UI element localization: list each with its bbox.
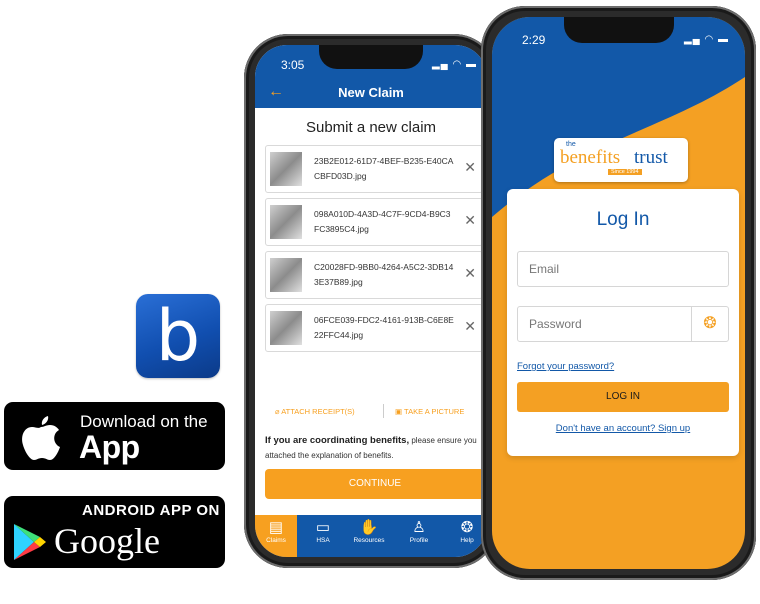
forgot-password-link[interactable]: Forgot your password? [517, 361, 614, 372]
status-time: 2:29 [522, 33, 546, 47]
tab-hsa[interactable]: ▭ HSA [303, 519, 343, 544]
wallet-icon: ▭ [315, 519, 331, 536]
login-card: Log In Email Password ❂ Forgot your pass… [507, 189, 739, 456]
receipt-thumbnail [270, 205, 302, 239]
take-picture-button[interactable]: ▣ TAKE A PICTURE [395, 407, 464, 416]
login-title: Log In [596, 209, 650, 230]
claim-subtitle: Submit a new claim [305, 119, 437, 136]
receipt-filename: 098A010D-4A3D-4C7F-9CD4-B9C3FC3895C4.jpg [314, 209, 451, 234]
remove-receipt-icon[interactable]: ✕ [464, 212, 476, 229]
tab-help-label: Help [460, 537, 474, 544]
remove-receipt-icon[interactable]: ✕ [464, 265, 476, 282]
receipt-item: C20028FD-9BB0-4264-A5C2-3DB143E37B89.jpg… [265, 251, 483, 299]
phone-new-claim: 3:05 ▂▄ ◠ ▬ ← New Claim Submit a new cla… [244, 34, 498, 568]
receipt-item: 06FCE039-FDC2-4161-913B-C6E8E22FFC44.jpg… [265, 304, 483, 352]
phone-login: 2:29 ▂▄ ◠ ▬ the benefits trust Since 199… [481, 6, 756, 580]
tab-claims-label: Claims [266, 537, 286, 544]
coordination-note-bold: If you are coordinating benefits, [265, 435, 410, 446]
continue-button[interactable]: CONTINUE [265, 469, 485, 499]
password-placeholder: Password [529, 317, 582, 331]
claims-icon: ▤ [268, 519, 284, 536]
tab-resources-label: Resources [353, 537, 385, 544]
apple-icon [22, 416, 60, 460]
logo-since: Since 1994 [608, 169, 642, 175]
status-time: 3:05 [281, 58, 305, 72]
receipt-thumbnail [270, 311, 302, 345]
logo-benefits: benefits [560, 147, 621, 168]
remove-receipt-icon[interactable]: ✕ [464, 159, 476, 176]
attach-receipts-label: ATTACH RECEIPT(S) [281, 407, 355, 416]
password-field[interactable]: Password ❂ [517, 306, 729, 342]
camera-icon: ▣ [395, 407, 405, 416]
coordination-note: If you are coordinating benefits, please… [265, 433, 483, 463]
benefits-trust-logo: the benefits trust Since 1994 [554, 138, 688, 182]
claim-header: 3:05 ▂▄ ◠ ▬ ← New Claim [255, 45, 487, 108]
tab-profile[interactable]: ♙ Profile [399, 519, 439, 544]
app-icon-letter: b [155, 295, 201, 377]
logo-trust: trust [634, 147, 668, 168]
status-icons: ▂▄ ◠ ▬ [683, 34, 729, 45]
email-placeholder: Email [529, 262, 560, 276]
remove-receipt-icon[interactable]: ✕ [464, 318, 476, 335]
google-play-line1: ANDROID APP ON [82, 502, 220, 519]
tab-claims[interactable]: ▤ Claims [255, 515, 297, 557]
fingerprint-icon[interactable]: ❂ [691, 307, 728, 341]
actions-divider [383, 404, 384, 418]
hand-icon: ✋ [359, 519, 379, 536]
attach-receipts-button[interactable]: ⌀ ATTACH RECEIPT(S) [275, 407, 355, 416]
receipt-item: 098A010D-4A3D-4C7F-9CD4-B9C3FC3895C4.jpg… [265, 198, 483, 246]
receipt-filename: 23B2E012-61D7-4BEF-B235-E40CACBFD03D.jpg [314, 156, 454, 181]
google-play-badge[interactable]: ANDROID APP ON Google play [4, 496, 225, 603]
google-play-line2: Google play [54, 521, 160, 603]
login-button[interactable]: LOG IN [517, 382, 729, 412]
phone-notch [564, 17, 674, 43]
app-store-line2: App Store [79, 429, 159, 502]
take-picture-label: TAKE A PICTURE [404, 407, 465, 416]
tab-hsa-label: HSA [316, 537, 330, 544]
receipt-item: 23B2E012-61D7-4BEF-B235-E40CACBFD03D.jpg… [265, 145, 483, 193]
phone2-screen: 2:29 ▂▄ ◠ ▬ the benefits trust Since 199… [492, 17, 745, 569]
receipt-thumbnail [270, 152, 302, 186]
signup-link[interactable]: Don't have an account? Sign up [507, 423, 739, 434]
phone-notch [319, 45, 423, 69]
bottom-tab-bar: ▤ Claims ▭ HSA ✋ Resources ♙ Profile ❂ H… [255, 515, 487, 557]
receipt-filename: C20028FD-9BB0-4264-A5C2-3DB143E37B89.jpg [314, 262, 454, 287]
tab-resources[interactable]: ✋ Resources [349, 519, 389, 544]
app-store-badge[interactable]: Download on the App Store [4, 402, 225, 502]
status-icons: ▂▄ ◠ ▬ [431, 59, 477, 70]
page-title: New Claim [338, 85, 404, 100]
app-icon: b [136, 294, 220, 378]
receipt-thumbnail [270, 258, 302, 292]
person-icon: ♙ [412, 519, 426, 536]
phone1-screen: 3:05 ▂▄ ◠ ▬ ← New Claim Submit a new cla… [255, 45, 487, 557]
tab-profile-label: Profile [409, 537, 429, 544]
receipt-filename: 06FCE039-FDC2-4161-913B-C6E8E22FFC44.jpg [314, 315, 454, 340]
email-field[interactable]: Email [517, 251, 729, 287]
play-store-icon [14, 524, 46, 560]
